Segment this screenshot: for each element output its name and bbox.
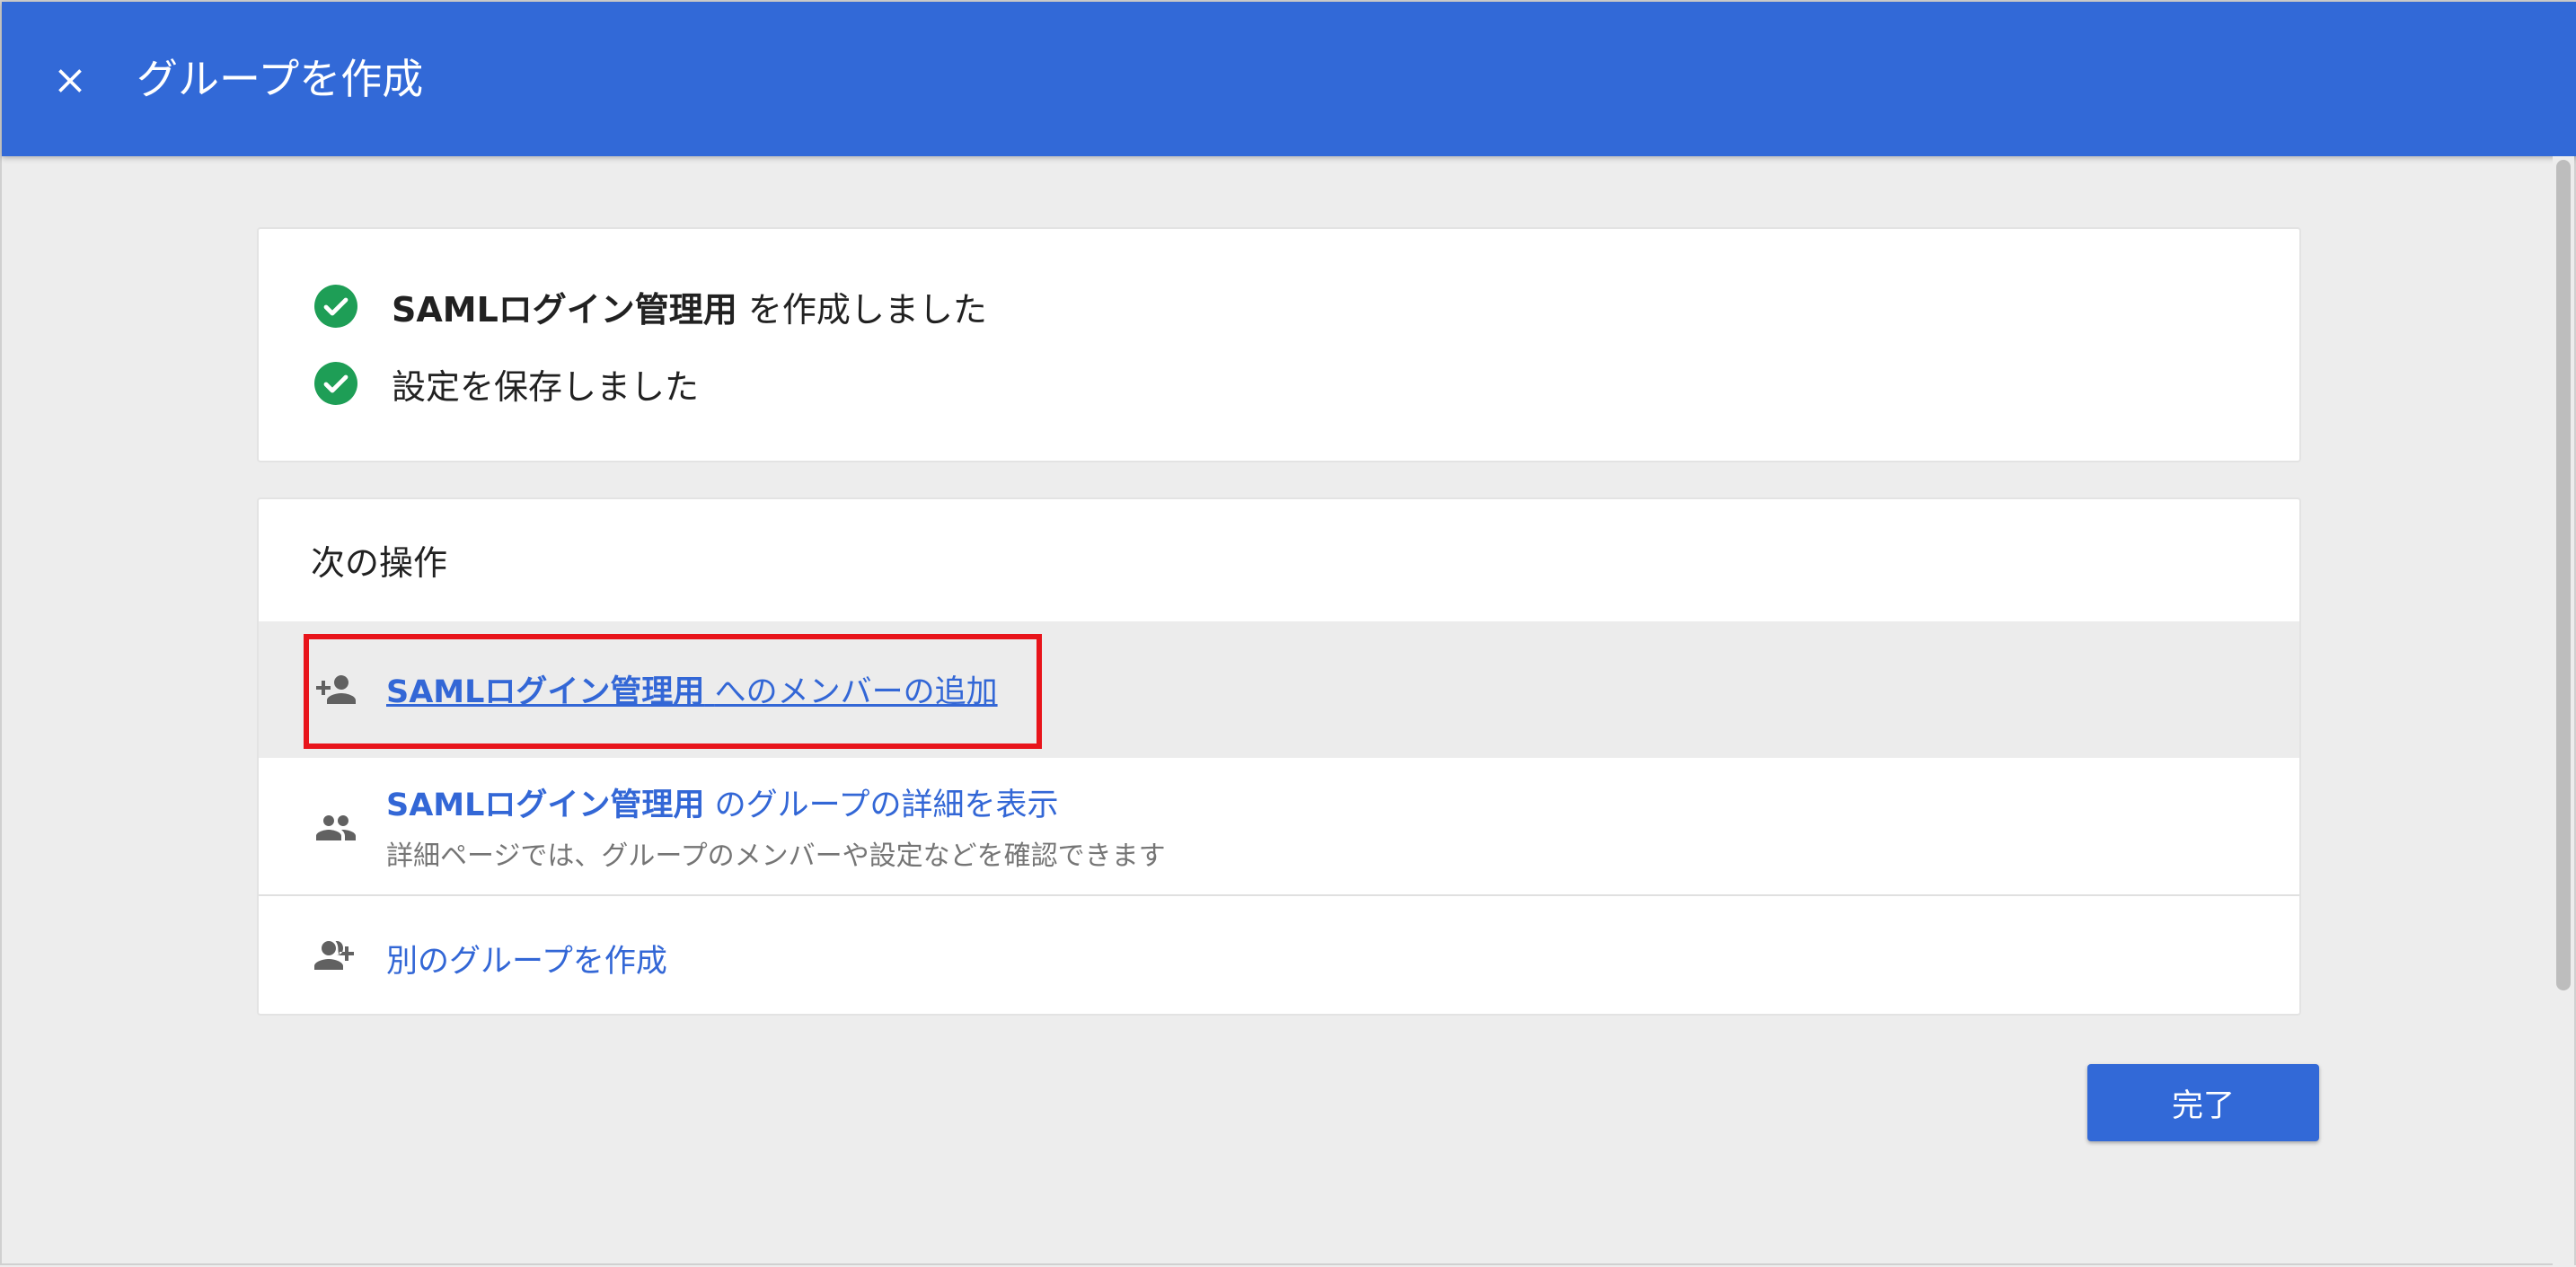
create-another-action[interactable]: 別のグループを作成 xyxy=(259,898,2299,1014)
create-another-link[interactable]: 別のグループを作成 xyxy=(386,936,667,981)
next-actions-card: 次の操作 SAMLログイン管理用 へのメンバーの追加 SAMLログイン管理用 の… xyxy=(257,497,2301,1016)
scrollbar-thumb[interactable] xyxy=(2556,160,2571,990)
check-circle-icon xyxy=(314,362,357,405)
status-text: 設定を保存しました xyxy=(392,366,700,407)
group-name: SAMLログイン管理用 xyxy=(392,289,737,330)
person-add-icon xyxy=(316,675,356,704)
add-members-action[interactable]: SAMLログイン管理用 へのメンバーの追加 xyxy=(259,621,2299,758)
done-button[interactable]: 完了 xyxy=(2087,1064,2319,1141)
close-icon xyxy=(58,69,82,92)
group-icon xyxy=(316,815,356,840)
view-details-description: 詳細ページでは、グループのメンバーや設定などを確認できます xyxy=(386,840,1166,872)
view-details-action[interactable]: SAMLログイン管理用 のグループの詳細を表示 詳細ページでは、グループのメンバ… xyxy=(259,758,2299,896)
status-item-created: SAMLログイン管理用 を作成しました xyxy=(314,279,987,333)
add-members-link[interactable]: SAMLログイン管理用 へのメンバーの追加 xyxy=(386,666,998,712)
close-button[interactable] xyxy=(41,52,99,110)
status-item-saved: 設定を保存しました xyxy=(314,356,699,410)
page-title: グループを作成 xyxy=(137,55,424,103)
check-circle-icon xyxy=(314,285,357,328)
section-title: 次の操作 xyxy=(311,543,448,583)
view-details-link[interactable]: SAMLログイン管理用 のグループの詳細を表示 xyxy=(386,779,1058,825)
header-bar: グループを作成 xyxy=(2,2,2576,156)
scrollbar[interactable] xyxy=(2553,156,2574,1267)
status-card: SAMLログイン管理用 を作成しました 設定を保存しました xyxy=(257,227,2301,462)
status-text: を作成しました xyxy=(747,289,987,330)
group-add-icon xyxy=(314,941,354,970)
